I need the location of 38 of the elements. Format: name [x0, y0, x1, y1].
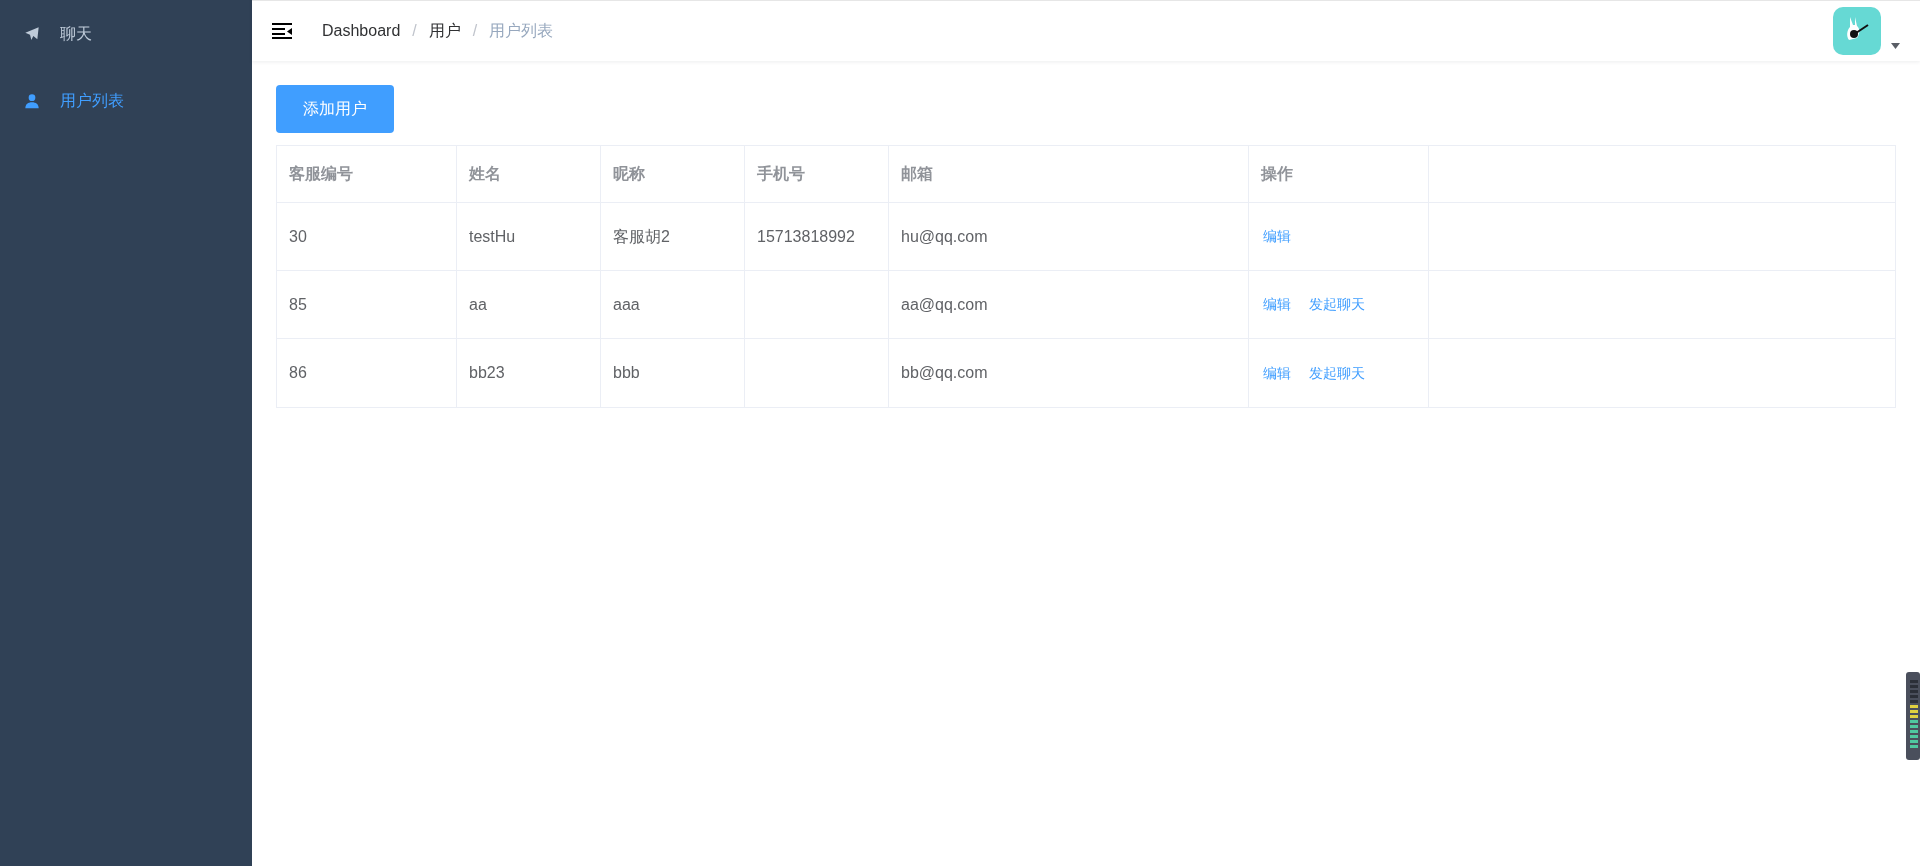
- caret-icon[interactable]: [1891, 43, 1900, 49]
- table-cell-text: aa: [469, 294, 487, 315]
- column-header: 操作: [1261, 164, 1293, 184]
- action-link[interactable]: 发起聊天: [1309, 294, 1365, 315]
- table-cell-text: bb23: [469, 363, 505, 383]
- table-cell-text: 30: [289, 226, 307, 247]
- breadcrumb-item: 用户列表: [489, 21, 554, 41]
- column-header: 客服编号: [289, 164, 353, 184]
- column-header: 姓名: [469, 164, 501, 184]
- breadcrumb-separator: /: [472, 21, 478, 41]
- column-header: 手机号: [757, 164, 805, 184]
- menu-item[interactable]: 用户列表: [0, 67, 252, 134]
- menu-icon[interactable]: [272, 23, 292, 39]
- table-cell-text: testHu: [469, 226, 516, 247]
- breadcrumb-separator: /: [412, 21, 417, 41]
- action-link[interactable]: 编辑: [1263, 362, 1291, 384]
- user-icon: [24, 92, 40, 109]
- table-cell-text: 86: [289, 363, 307, 383]
- table-cell-text: bbb: [613, 363, 640, 383]
- action-link[interactable]: 编辑: [1263, 226, 1291, 247]
- table-cell-text: hu@qq.com: [901, 226, 988, 247]
- level-meter-icon: [1906, 672, 1920, 760]
- avatar[interactable]: [1833, 7, 1881, 55]
- table-cell-text: aa@qq.com: [901, 294, 988, 315]
- column-header: 昵称: [613, 164, 645, 184]
- action-link[interactable]: 编辑: [1263, 294, 1291, 315]
- column-header: 邮箱: [901, 164, 933, 184]
- table-cell-text: aaa: [613, 294, 640, 315]
- add-user-button[interactable]: 添加用户: [276, 85, 394, 133]
- breadcrumb-item[interactable]: Dashboard: [322, 19, 401, 43]
- table-cell-text: 15713818992: [757, 226, 855, 247]
- menu-item[interactable]: 聊天: [0, 0, 252, 67]
- paper-plane-icon: [24, 25, 40, 42]
- table-cell-text: 85: [289, 294, 307, 315]
- action-link[interactable]: 发起聊天: [1309, 362, 1365, 384]
- table-cell-text: bb@qq.com: [901, 363, 988, 383]
- breadcrumb-item[interactable]: 用户: [428, 19, 461, 43]
- table-cell-text: 客服胡2: [613, 226, 670, 247]
